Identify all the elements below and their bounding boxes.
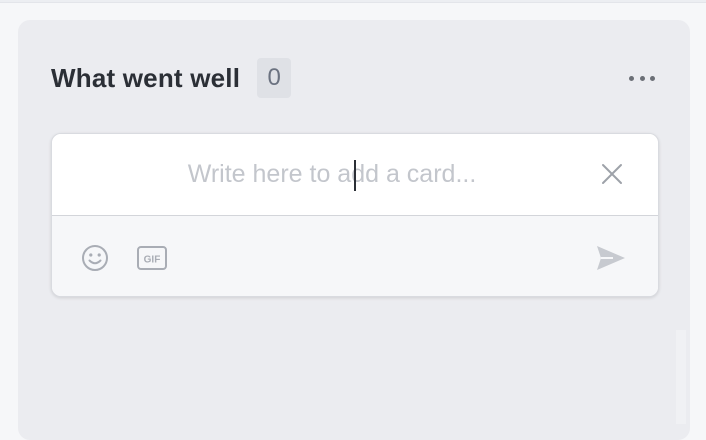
column-card-count-badge: 0 <box>257 58 292 98</box>
gif-button[interactable]: GIF <box>137 246 167 270</box>
gif-label: GIF <box>144 255 161 266</box>
retro-column-what-went-well: What went well 0 Write here to add a car… <box>18 20 690 440</box>
scrollbar-track <box>676 330 686 424</box>
column-title: What went well <box>51 62 241 93</box>
column-header: What went well 0 <box>51 57 657 99</box>
close-icon[interactable] <box>596 158 628 190</box>
send-icon[interactable] <box>595 244 627 272</box>
composer-input-row <box>52 134 658 216</box>
card-text-input[interactable] <box>52 134 612 215</box>
more-horizontal-icon[interactable] <box>627 66 657 90</box>
top-divider <box>0 0 706 3</box>
emoji-smile-icon[interactable] <box>80 243 110 273</box>
composer-toolbar: GIF <box>52 216 658 296</box>
text-caret <box>354 160 356 191</box>
card-composer: GIF <box>51 133 659 297</box>
